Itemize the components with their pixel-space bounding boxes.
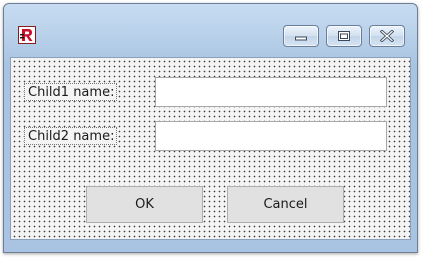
dialog-window: Child1 name: Child2 name: OK Cancel: [3, 3, 418, 253]
close-icon: [380, 30, 394, 42]
maximize-button[interactable]: [326, 25, 362, 47]
cancel-button[interactable]: Cancel: [227, 186, 344, 223]
minimize-icon: [295, 36, 307, 41]
maximize-icon: [338, 31, 350, 41]
child1-name-label: Child1 name:: [24, 83, 118, 101]
close-button[interactable]: [369, 25, 405, 47]
child1-name-input[interactable]: [155, 77, 387, 107]
ok-button[interactable]: OK: [86, 186, 203, 223]
child2-name-input[interactable]: [155, 121, 387, 151]
fastreport-icon[interactable]: [18, 26, 36, 44]
window-controls: [283, 25, 405, 47]
minimize-button[interactable]: [283, 25, 319, 47]
child2-name-label: Child2 name:: [24, 127, 118, 145]
form-client-area: Child1 name: Child2 name: OK Cancel: [10, 57, 411, 240]
